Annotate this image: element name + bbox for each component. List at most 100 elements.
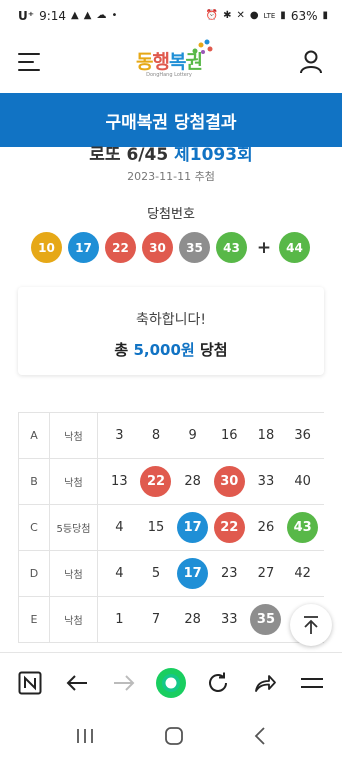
ticket-number: 33 xyxy=(257,474,275,489)
ticket-number: 36 xyxy=(294,428,311,443)
back-button[interactable] xyxy=(60,666,94,700)
app-header: 동행복권 DongHang Lottery xyxy=(0,32,342,92)
winning-ball: 35 xyxy=(179,232,210,263)
prize-line: 총 5,000원 당첨 xyxy=(18,339,324,360)
ticket-number: 16 xyxy=(221,428,238,443)
clock: 9:14 xyxy=(39,9,67,23)
naver-n-icon xyxy=(18,671,42,694)
mute-icon: ✕ xyxy=(236,10,245,21)
ticket-result: 5등당첨 xyxy=(49,504,98,551)
congrats-message: 축하합니다! xyxy=(135,312,206,328)
logo[interactable]: 동행복권 DongHang Lottery xyxy=(136,39,213,78)
ticket-row: E 낙첨 1 7 28 33 35 xyxy=(18,596,324,643)
forward-button[interactable] xyxy=(107,666,141,700)
cloud-icon: ☁ xyxy=(96,10,107,21)
matched-number: 17 xyxy=(177,512,209,543)
user-icon[interactable] xyxy=(298,49,324,75)
forward-arrow-icon xyxy=(113,674,135,691)
ticket-number: 9 xyxy=(188,428,197,443)
carrier-label: U⁺ xyxy=(18,9,35,23)
winning-numbers-label: 당첨번호 xyxy=(147,207,195,222)
ticket-number: 27 xyxy=(257,566,275,581)
ticket-numbers: 3 8 9 16 18 36 xyxy=(97,412,324,459)
ticket-row: C 5등당첨 4 15 17 22 26 43 xyxy=(18,504,324,551)
home-icon[interactable] xyxy=(164,726,184,746)
ticket-number: 8 xyxy=(151,428,161,443)
alarm-icon: ⏰ xyxy=(205,10,219,21)
ticket-label: B xyxy=(18,458,50,505)
prize-prefix: 총 xyxy=(114,341,129,359)
ticket-result: 낙첨 xyxy=(49,412,98,459)
refresh-button[interactable] xyxy=(201,666,235,700)
bonus-ball: 44 xyxy=(279,232,310,263)
matched-number: 17 xyxy=(177,558,209,589)
back-icon[interactable] xyxy=(253,726,267,746)
ticket-number: 23 xyxy=(221,566,238,581)
network-label: LTE xyxy=(263,11,276,20)
ticket-number: 26 xyxy=(257,520,275,535)
share-button[interactable] xyxy=(248,666,282,700)
refresh-icon xyxy=(209,672,228,692)
battery-label: 63% xyxy=(290,9,318,23)
browser-toolbar xyxy=(0,652,342,712)
ticket-number: 28 xyxy=(184,612,201,627)
ticket-number: 18 xyxy=(257,428,275,443)
warning-icon: ▲ xyxy=(71,10,79,21)
winning-numbers: 10 17 22 30 35 43 + 44 xyxy=(31,232,316,263)
signal-icon: ▮ xyxy=(280,10,286,21)
logo-dots-icon xyxy=(192,39,213,54)
ticket-label: E xyxy=(18,596,50,643)
winning-ball: 30 xyxy=(142,232,173,263)
ticket-row: B 낙첨 13 22 28 30 33 40 xyxy=(18,458,324,505)
browser-menu-button[interactable] xyxy=(295,666,329,700)
share-icon xyxy=(255,674,277,692)
ticket-result: 낙첨 xyxy=(49,458,98,505)
draw-name: 로또 6/45 xyxy=(89,145,169,162)
matched-number: 35 xyxy=(250,604,282,635)
warning-icon: ▲ xyxy=(83,10,92,21)
status-bar: U⁺ 9:14 ▲ ▲ ☁ • ⏰ ✱ ✕ ● LTE ▮ 63% ▮ xyxy=(0,0,342,32)
location-icon: ● xyxy=(249,10,259,21)
page-title: 구매복권 당첨결과 xyxy=(0,93,342,147)
ticket-number: 42 xyxy=(294,566,311,581)
result-card: 축하합니다! 총 5,000원 당첨 xyxy=(18,287,324,375)
matched-number: 22 xyxy=(140,466,172,497)
ticket-table: A 낙첨 3 8 9 16 18 36 B 낙첨 13 22 28 30 33 40 C 5등당첨 4 15 17 22 2… xyxy=(18,412,324,643)
home-green-button[interactable] xyxy=(154,666,188,700)
draw-round: 제1093회 xyxy=(174,145,253,162)
matched-number: 22 xyxy=(213,512,245,543)
back-arrow-icon xyxy=(66,674,87,691)
naver-n-button[interactable] xyxy=(13,666,47,700)
prize-suffix: 당첨 xyxy=(199,341,228,359)
ticket-number: 28 xyxy=(184,474,201,489)
scroll-to-top-button[interactable] xyxy=(290,604,332,646)
battery-icon: ▮ xyxy=(322,10,328,21)
ticket-row: D 낙첨 4 5 17 23 27 42 xyxy=(18,550,324,597)
ticket-number: 33 xyxy=(221,612,238,627)
ticket-label: C xyxy=(18,504,50,551)
hamburger-icon[interactable] xyxy=(18,53,40,71)
matched-number: 43 xyxy=(287,512,319,543)
ticket-label: D xyxy=(18,550,50,597)
winning-ball: 22 xyxy=(105,232,136,263)
ticket-number: 4 xyxy=(115,566,124,581)
ticket-result: 낙첨 xyxy=(49,596,98,643)
ticket-number: 7 xyxy=(151,612,161,627)
ticket-number: 13 xyxy=(111,474,128,489)
matched-number: 30 xyxy=(213,466,245,497)
ticket-numbers: 13 22 28 30 33 40 xyxy=(97,458,324,505)
ticket-result: 낙첨 xyxy=(49,550,98,597)
ticket-number: 3 xyxy=(115,428,124,443)
logo-subtitle: DongHang Lottery xyxy=(146,71,192,78)
prize-amount: 5,000원 xyxy=(133,341,195,359)
recent-apps-icon[interactable] xyxy=(75,727,95,745)
winning-ball: 10 xyxy=(31,232,62,263)
ticket-numbers: 4 5 17 23 27 42 xyxy=(97,550,324,597)
bluetooth-icon: ✱ xyxy=(223,10,232,21)
ticket-numbers: 4 15 17 22 26 43 xyxy=(97,504,324,551)
ticket-label: A xyxy=(18,412,50,459)
menu-icon xyxy=(301,677,324,688)
winning-ball: 17 xyxy=(68,232,99,263)
ticket-number: 1 xyxy=(115,612,124,627)
dot-icon: • xyxy=(111,10,118,21)
